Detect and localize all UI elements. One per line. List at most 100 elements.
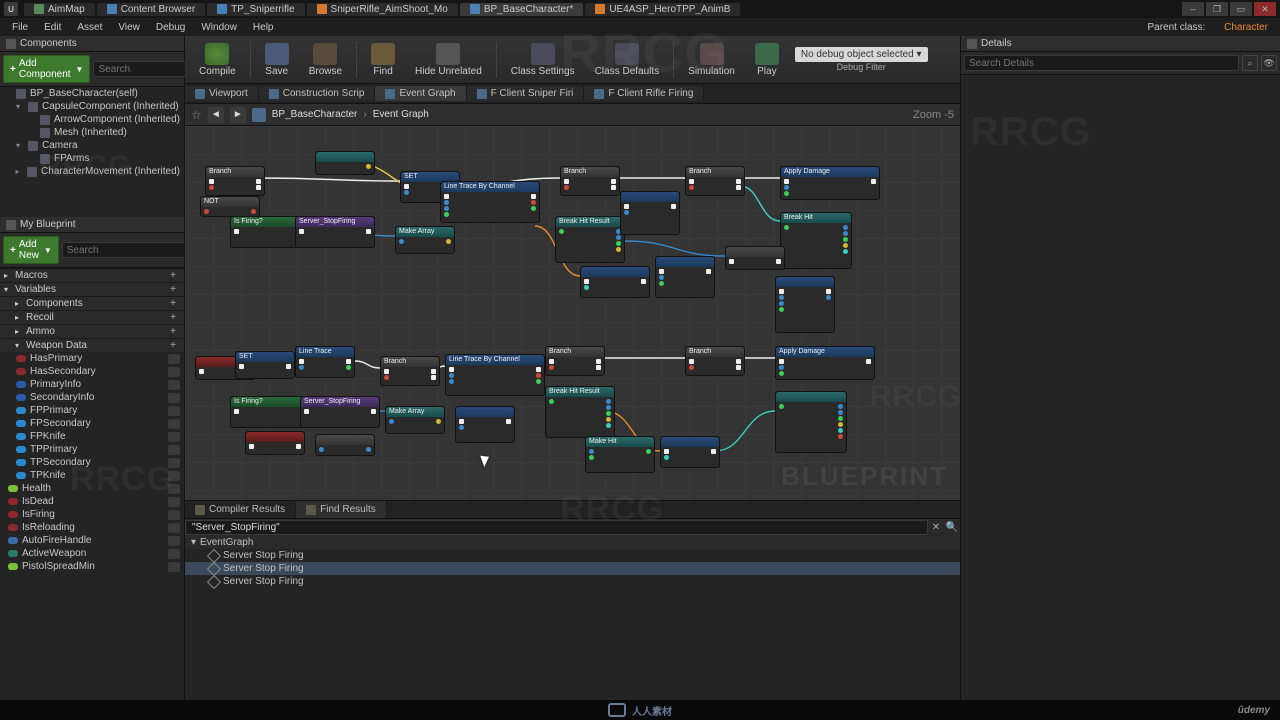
graph-node[interactable]	[775, 391, 847, 453]
play-button[interactable]: Play	[747, 41, 787, 79]
graph-node[interactable]: Make Array	[395, 226, 455, 254]
add-variable-button[interactable]: +	[166, 340, 180, 351]
visibility-toggle[interactable]	[168, 367, 180, 377]
document-tab[interactable]: BP_BaseCharacter*	[460, 3, 584, 16]
menu-item[interactable]: Window	[193, 22, 245, 33]
graph-node[interactable]	[655, 256, 715, 298]
components-tree[interactable]: BP_BaseCharacter(self)▾CapsuleComponent …	[0, 87, 184, 217]
graph-node[interactable]: Branch	[685, 166, 745, 196]
variable-item[interactable]: FPSecondary	[0, 417, 184, 430]
variable-item[interactable]: ActiveWeapon	[0, 547, 184, 560]
add-variable-button[interactable]: +	[166, 326, 180, 337]
add-variable-button[interactable]: +	[166, 270, 180, 281]
maximize-button[interactable]: ▭	[1230, 2, 1252, 16]
nav-back-button[interactable]: ◄	[208, 107, 224, 123]
graph-node[interactable]	[620, 191, 680, 235]
graph-node[interactable]	[455, 406, 515, 443]
menu-item[interactable]: File	[4, 22, 36, 33]
simulation-button[interactable]: Simulation	[680, 41, 743, 79]
visibility-toggle[interactable]	[168, 510, 180, 520]
visibility-toggle[interactable]	[168, 471, 180, 481]
visibility-toggle[interactable]	[168, 406, 180, 416]
variable-item[interactable]: FPPrimary	[0, 404, 184, 417]
document-tab[interactable]: AimMap	[24, 3, 95, 16]
details-search-input[interactable]	[964, 55, 1239, 71]
variable-item[interactable]: Health	[0, 482, 184, 495]
graph-node[interactable]: Break Hit Result	[545, 386, 615, 438]
graph-tab[interactable]: F Client Sniper Firi	[467, 86, 585, 101]
myblueprint-search-input[interactable]	[62, 242, 184, 258]
result-group[interactable]: ▾EventGraph	[185, 536, 960, 549]
visibility-toggle[interactable]	[168, 458, 180, 468]
graph-node[interactable]: Apply Damage	[780, 166, 880, 200]
component-tree-item[interactable]: ▾Camera	[0, 139, 184, 152]
visibility-toggle[interactable]	[168, 419, 180, 429]
myblueprint-list[interactable]: ▸Macros+▾Variables+▸Components+▸Recoil+▸…	[0, 268, 184, 700]
result-item[interactable]: Server Stop Firing	[185, 575, 960, 588]
bottom-tab[interactable]: Compiler Results	[185, 501, 296, 518]
graph-tab[interactable]: Viewport	[185, 86, 259, 101]
variable-item[interactable]: TPKnife	[0, 469, 184, 482]
visibility-toggle[interactable]	[168, 536, 180, 546]
graph-node[interactable]: Branch	[685, 346, 745, 376]
graph-node[interactable]: SET	[235, 351, 295, 379]
document-tab[interactable]: SniperRifle_AimShoot_Mo	[307, 3, 458, 16]
favorite-icon[interactable]: ☆	[191, 108, 202, 122]
visibility-toggle[interactable]	[168, 393, 180, 403]
visibility-toggle[interactable]	[168, 497, 180, 507]
variable-category[interactable]: ▸Components+	[0, 296, 184, 310]
close-button[interactable]: ✕	[1254, 2, 1276, 16]
component-tree-item[interactable]: BP_BaseCharacter(self)	[0, 87, 184, 100]
graph-node[interactable]: NOT	[200, 196, 260, 217]
add-component-button[interactable]: +Add Component▼	[3, 55, 90, 83]
menu-item[interactable]: View	[110, 22, 148, 33]
browse-button[interactable]: Browse	[301, 41, 350, 79]
visibility-toggle[interactable]	[168, 380, 180, 390]
variable-item[interactable]: IsReloading	[0, 521, 184, 534]
find-clear-button[interactable]: ✕	[928, 522, 944, 533]
details-view-options[interactable]: 👁	[1261, 55, 1277, 71]
menu-item[interactable]: Help	[245, 22, 282, 33]
find-input[interactable]	[185, 520, 928, 535]
graph-tab[interactable]: Event Graph	[375, 86, 466, 101]
graph-node[interactable]: Server_StopFiring	[300, 396, 380, 428]
graph-node[interactable]: Is Firing?	[230, 396, 310, 428]
graph-node[interactable]: Make Hit	[585, 436, 655, 473]
component-tree-item[interactable]: Mesh (Inherited)	[0, 126, 184, 139]
document-tab[interactable]: Content Browser	[97, 3, 205, 16]
variable-item[interactable]: AutoFireHandle	[0, 534, 184, 547]
variable-category[interactable]: ▾Weapon Data+	[0, 338, 184, 352]
graph-node[interactable]	[315, 151, 375, 175]
variable-item[interactable]: FPKnife	[0, 430, 184, 443]
variable-item[interactable]: IsFiring	[0, 508, 184, 521]
menu-item[interactable]: Debug	[148, 22, 193, 33]
graph-node[interactable]: Branch	[380, 356, 440, 386]
variable-item[interactable]: HasSecondary	[0, 365, 184, 378]
add-variable-button[interactable]: +	[166, 284, 180, 295]
visibility-toggle[interactable]	[168, 523, 180, 533]
variable-category[interactable]: ▸Recoil+	[0, 310, 184, 324]
component-tree-item[interactable]: ▸CharacterMovement (Inherited)	[0, 165, 184, 178]
graph-node[interactable]: Apply Damage	[775, 346, 875, 380]
graph-node[interactable]	[775, 276, 835, 333]
document-tab[interactable]: TP_Sniperrifle	[207, 3, 304, 16]
visibility-toggle[interactable]	[168, 562, 180, 572]
graph-node[interactable]	[245, 431, 305, 455]
graph-node[interactable]: Branch	[545, 346, 605, 376]
hide-unrelated-button[interactable]: Hide Unrelated	[407, 41, 490, 79]
variable-item[interactable]: IsDead	[0, 495, 184, 508]
graph-node[interactable]	[725, 246, 785, 270]
find-results-list[interactable]: ▾EventGraphServer Stop FiringServer Stop…	[185, 536, 960, 700]
graph-node[interactable]: Branch	[205, 166, 265, 196]
add-variable-button[interactable]: +	[166, 298, 180, 309]
graph-tab[interactable]: Construction Scrip	[259, 86, 376, 101]
graph-node[interactable]: Server_StopFiring	[295, 216, 375, 248]
graph-node[interactable]: Branch	[560, 166, 620, 196]
visibility-toggle[interactable]	[168, 432, 180, 442]
find-button[interactable]: Find	[363, 41, 403, 79]
variable-item[interactable]: TPSecondary	[0, 456, 184, 469]
menu-item[interactable]: Edit	[36, 22, 69, 33]
graph-node[interactable]: Make Array	[385, 406, 445, 434]
minimize-button[interactable]: –	[1182, 2, 1204, 16]
details-search-options[interactable]: ⌕	[1242, 55, 1258, 71]
